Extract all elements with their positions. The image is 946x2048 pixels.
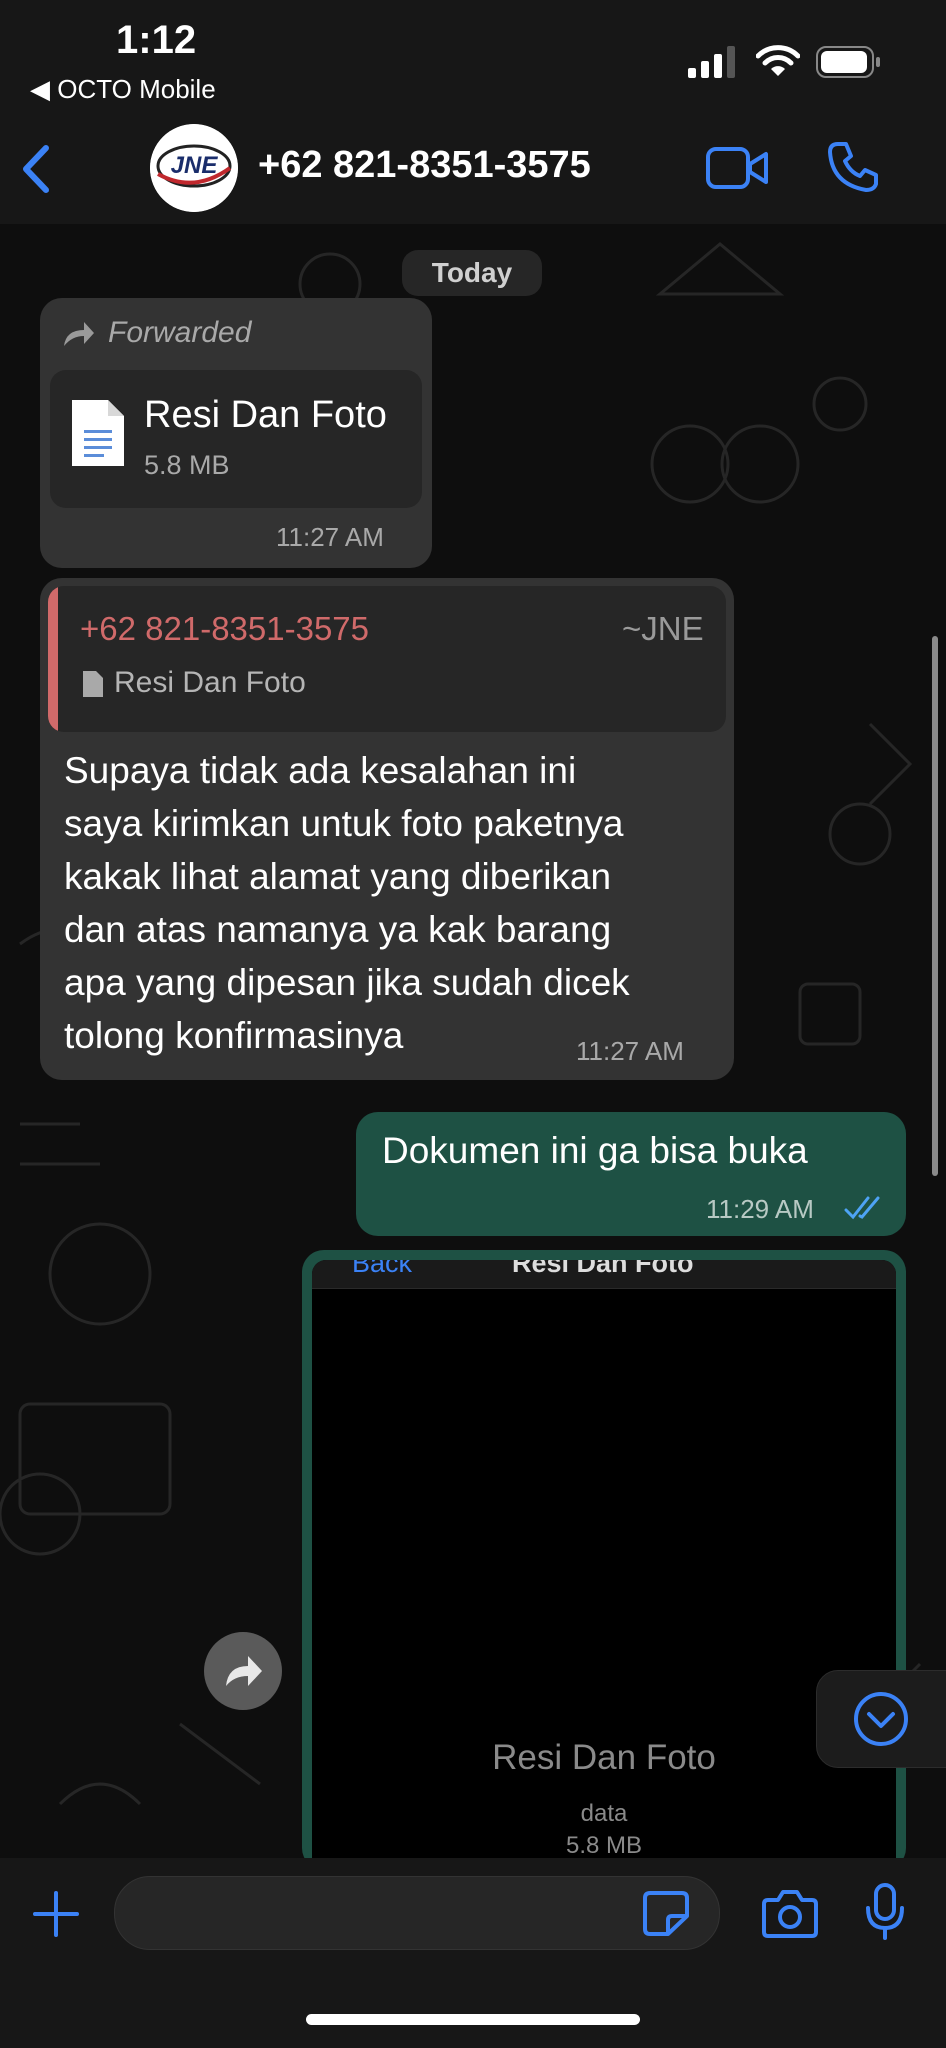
- home-indicator[interactable]: [306, 2014, 640, 2025]
- back-chevron-icon[interactable]: [18, 142, 54, 196]
- scroll-to-bottom-button[interactable]: [816, 1670, 946, 1768]
- message-time: 11:29 AM: [706, 1194, 814, 1224]
- video-call-icon[interactable]: [706, 144, 770, 192]
- message-image-outgoing[interactable]: Back Resi Dan Foto Resi Dan Foto data 5.…: [302, 1250, 906, 1870]
- document-small-icon: [83, 671, 103, 697]
- status-time: 1:12: [116, 18, 197, 62]
- message-input[interactable]: [114, 1876, 720, 1950]
- file-name: Resi Dan Foto: [144, 394, 387, 436]
- preview-title: Resi Dan Foto: [512, 1260, 694, 1278]
- camera-icon[interactable]: [762, 1888, 818, 1938]
- microphone-icon[interactable]: [864, 1882, 906, 1942]
- battery-icon: [816, 46, 880, 78]
- avatar[interactable]: JNE: [150, 124, 238, 212]
- scrollbar[interactable]: [932, 636, 938, 1176]
- document-file-icon: [72, 400, 124, 466]
- quoted-sender-alias: ~JNE: [622, 610, 704, 647]
- message-text: Dokumen ini ga bisa buka: [382, 1130, 808, 1171]
- sticker-icon[interactable]: [642, 1890, 690, 1936]
- document-title: Resi Dan Foto: [492, 1738, 716, 1777]
- forwarded-label: Forwarded: [108, 316, 252, 349]
- phone-call-icon[interactable]: [826, 140, 880, 194]
- read-receipt-icon: [844, 1196, 880, 1220]
- message-time: 11:27 AM: [576, 1036, 684, 1066]
- document-size: 5.8 MB: [565, 1832, 643, 1859]
- forward-button[interactable]: [204, 1632, 282, 1710]
- quoted-sender: +62 821-8351-3575: [80, 610, 370, 647]
- file-size: 5.8 MB: [144, 450, 230, 480]
- cellular-signal-icon: [688, 46, 735, 78]
- preview-back-label: Back: [352, 1260, 413, 1278]
- image-content[interactable]: Back Resi Dan Foto Resi Dan Foto data 5.…: [312, 1260, 896, 1870]
- plus-icon[interactable]: [32, 1890, 80, 1938]
- forward-icon: [64, 322, 94, 346]
- message-time: 11:27 AM: [276, 522, 384, 552]
- date-separator: Today: [402, 250, 542, 296]
- chevron-down-circle-icon: [854, 1692, 908, 1746]
- quoted-message[interactable]: [48, 586, 726, 732]
- wifi-icon: [756, 45, 800, 76]
- avatar-logo-text: JNE: [170, 152, 218, 179]
- message-text: Supaya tidak ada kesalahan ini saya kiri…: [64, 750, 630, 1056]
- contact-name[interactable]: +62 821-8351-3575: [258, 144, 591, 187]
- document-kind: data: [580, 1800, 628, 1827]
- forward-arrow-icon: [226, 1656, 262, 1686]
- back-to-app-link[interactable]: ◀ OCTO Mobile: [30, 74, 216, 105]
- quoted-file-name: Resi Dan Foto: [114, 666, 306, 699]
